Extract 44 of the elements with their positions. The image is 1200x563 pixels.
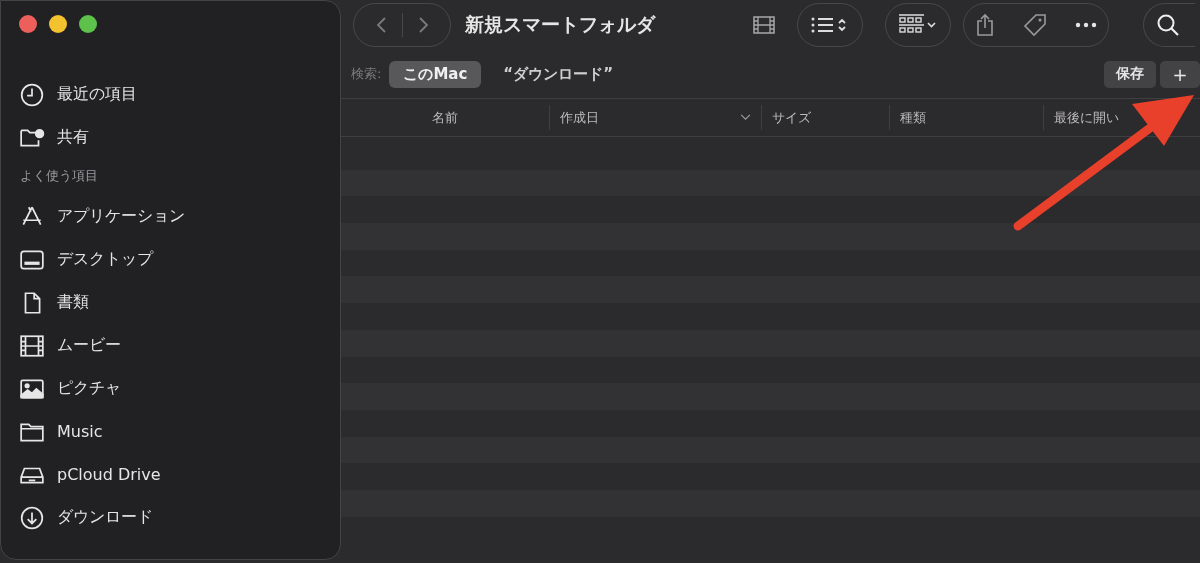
search-label: 検索: xyxy=(351,65,382,83)
search-icon xyxy=(1156,13,1180,37)
share-icon[interactable] xyxy=(975,13,995,37)
clock-icon xyxy=(19,81,45,108)
item-label: 書類 xyxy=(57,292,89,313)
sidebar-item[interactable]: 書類 xyxy=(19,281,340,324)
tag-icon[interactable] xyxy=(1023,13,1047,37)
grid-view-icon xyxy=(898,14,938,36)
save-button[interactable]: 保存 xyxy=(1104,60,1156,88)
window-title: 新規スマートフォルダ xyxy=(465,12,657,37)
item-label: アプリケーション xyxy=(57,206,185,227)
column-header[interactable]: 最後に開い xyxy=(1043,105,1129,130)
item-label: ピクチャ xyxy=(57,378,121,399)
sidebar-item[interactable]: pCloud Drive xyxy=(19,453,340,496)
column-header[interactable]: 種類 xyxy=(889,105,1043,130)
item-label: 共有 xyxy=(57,127,89,148)
zoom-button[interactable] xyxy=(79,15,97,33)
section-heading: よく使う項目 xyxy=(20,167,99,185)
sidebar-item[interactable]: デスクトップ xyxy=(19,238,340,281)
item-label: ムービー xyxy=(57,335,121,356)
film-icon[interactable] xyxy=(753,16,775,34)
download-icon xyxy=(19,504,45,531)
sidebar-item[interactable]: 最近の項目 xyxy=(19,73,340,116)
column-header[interactable]: 名前 xyxy=(341,105,549,130)
sidebar-item[interactable]: ムービー xyxy=(19,324,340,367)
sidebar-item[interactable]: 共有 xyxy=(19,116,340,159)
sidebar-item[interactable]: アプリケーション xyxy=(19,195,340,238)
item-label: 最近の項目 xyxy=(57,84,137,105)
more-icon[interactable] xyxy=(1075,22,1097,28)
item-label: ダウンロード xyxy=(57,507,153,528)
close-button[interactable] xyxy=(19,15,37,33)
film-icon xyxy=(19,332,45,359)
scope-button[interactable]: “ダウンロード” xyxy=(489,60,628,88)
sidebar-item[interactable]: ダウンロード xyxy=(19,496,340,539)
sidebar-item[interactable]: ピクチャ xyxy=(19,367,340,410)
item-label: pCloud Drive xyxy=(57,465,161,484)
column-header[interactable]: 作成日 xyxy=(549,105,761,130)
sidebar-item[interactable]: Music xyxy=(19,410,340,453)
minimize-button[interactable] xyxy=(49,15,67,33)
scope-button[interactable]: このMac xyxy=(389,60,482,88)
item-label: Music xyxy=(57,422,103,441)
column-header[interactable]: サイズ xyxy=(761,105,889,130)
add-button[interactable]: + xyxy=(1160,60,1200,88)
item-label: デスクトップ xyxy=(57,249,153,270)
